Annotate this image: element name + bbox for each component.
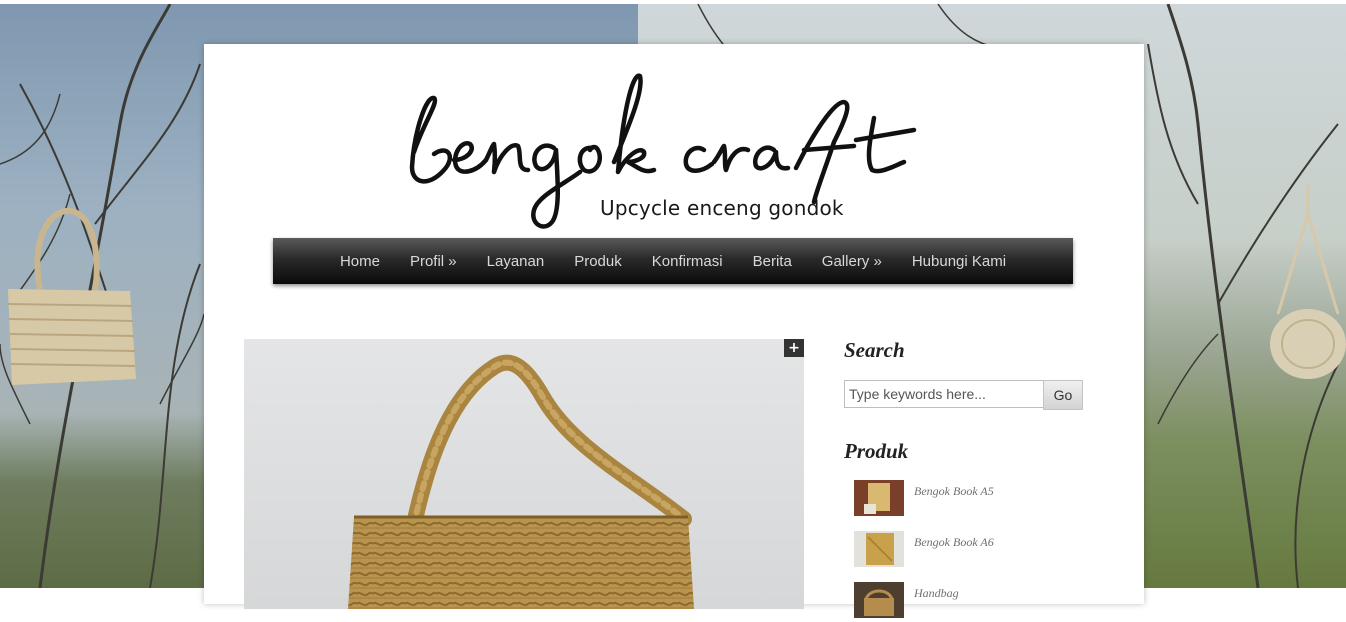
search-input[interactable] — [844, 380, 1046, 408]
produk-item-name: Bengok Book A5 — [914, 484, 994, 498]
produk-list-item[interactable]: Bengok Book A5 — [854, 480, 1104, 520]
handbag-thumbnail-icon — [854, 582, 904, 618]
featured-product-image[interactable] — [244, 339, 804, 609]
nav-konfirmasi[interactable]: Konfirmasi — [637, 253, 738, 270]
hanging-basket-right — [1270, 184, 1346, 379]
search-go-button[interactable]: Go — [1043, 380, 1083, 410]
produk-list-item[interactable]: Bengok Book A6 — [854, 531, 1104, 571]
produk-list-item[interactable]: Handbag — [854, 582, 1104, 622]
nav-berita[interactable]: Berita — [738, 253, 807, 270]
nav-home[interactable]: Home — [325, 253, 395, 270]
produk-item-name: Handbag — [914, 586, 959, 600]
handbag-photo-icon — [244, 339, 804, 609]
main-navigation: Home Profil » Layanan Produk Konfirmasi … — [273, 238, 1073, 284]
bengok-book-a5-thumbnail-icon — [854, 480, 904, 516]
nav-profil[interactable]: Profil » — [395, 253, 472, 270]
expand-image-button[interactable]: + — [784, 339, 804, 357]
produk-widget-title: Produk — [844, 439, 909, 463]
nav-produk[interactable]: Produk — [559, 253, 637, 270]
site-logo[interactable]: Upcycle enceng gondok — [404, 62, 944, 232]
nav-hubungi-kami[interactable]: Hubungi Kami — [897, 253, 1021, 270]
produk-item-name: Bengok Book A6 — [914, 535, 994, 549]
nav-layanan[interactable]: Layanan — [472, 253, 560, 270]
content-container: Upcycle enceng gondok Home Profil » Laya… — [204, 44, 1144, 618]
hanging-basket-left — [7, 207, 136, 385]
bengok-book-a6-thumbnail-icon — [854, 531, 904, 567]
nav-gallery[interactable]: Gallery » — [807, 253, 897, 270]
search-widget-title: Search — [844, 338, 905, 362]
logo-tagline: Upcycle enceng gondok — [600, 196, 844, 220]
